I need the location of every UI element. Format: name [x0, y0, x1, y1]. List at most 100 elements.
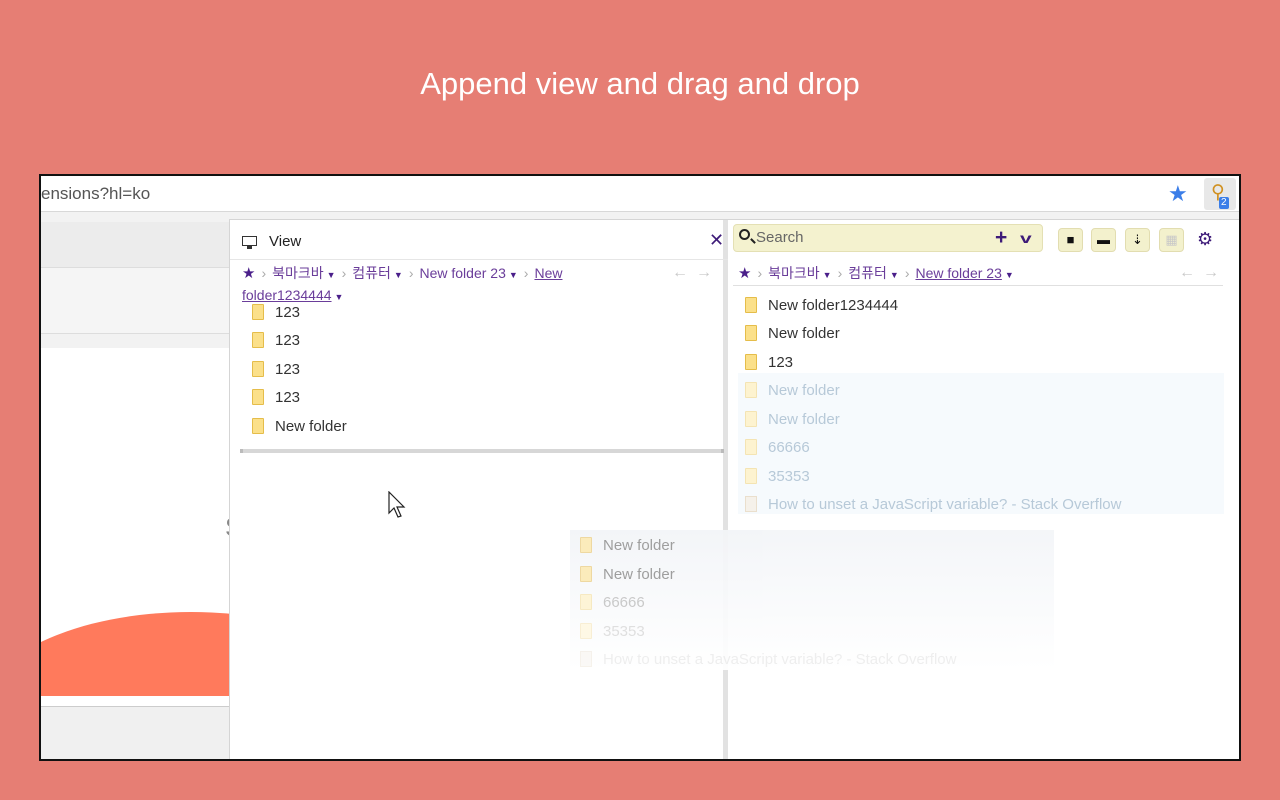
item-label: New folder: [768, 324, 840, 342]
main-pane: + v ■ ▬ ⇣ ▦ ⚙ ★›북마크바▼›컴퓨터▼›New folder 23…: [733, 220, 1239, 759]
close-icon[interactable]: ✕: [709, 230, 724, 251]
list-item-dragging[interactable]: New folder: [745, 406, 840, 432]
ghost-item: New folder: [580, 532, 675, 558]
list-item[interactable]: 123: [252, 299, 300, 325]
background-page-band: [41, 222, 241, 268]
chevron-right-icon: ›: [904, 265, 910, 281]
item-label: 35353: [603, 622, 645, 640]
item-label: 66666: [603, 593, 645, 611]
item-label: New folder: [603, 565, 675, 583]
ghost-item: 35353: [580, 618, 645, 644]
item-label: New folder1234444: [768, 296, 899, 314]
list-item[interactable]: New folder1234444: [745, 292, 898, 318]
extension-popup: View ✕ ★ › 북마크바 ▼ › 컴퓨터 ▼ › New folder 23 ▼ › New f…: [229, 219, 1239, 759]
forward-arrow-icon[interactable]: →: [1203, 264, 1227, 281]
url-text[interactable]: ensions?hl=ko: [41, 184, 150, 204]
folder-icon: [252, 304, 264, 320]
back-arrow-icon[interactable]: ←: [672, 264, 696, 281]
breadcrumb-item[interactable]: New folder 23: [419, 265, 505, 281]
breadcrumb-item[interactable]: New folder 23: [915, 265, 1001, 281]
item-label: 123: [768, 353, 794, 371]
add-icon[interactable]: +: [995, 225, 1007, 251]
chevron-down-icon[interactable]: v: [1020, 225, 1032, 252]
ghost-item: How to unset a JavaScript variable? - St…: [580, 646, 956, 672]
bookmark-root-star-icon[interactable]: ★: [242, 265, 255, 282]
sort-button[interactable]: ⇣: [1125, 228, 1150, 252]
item-label: New folder: [275, 417, 347, 435]
caret-down-icon[interactable]: ▼: [890, 270, 899, 280]
file-icon: ■: [1066, 232, 1075, 247]
background-page-band: [41, 268, 241, 334]
search-input[interactable]: [756, 229, 986, 246]
ghost-item: New folder: [580, 561, 675, 587]
bookmark-page-icon: [580, 651, 592, 667]
bookmark-star-icon[interactable]: ★: [1168, 181, 1188, 207]
sort-icon: ⇣: [1132, 232, 1143, 247]
folder-icon: [252, 418, 264, 434]
search-bar: + v: [733, 224, 1043, 252]
gear-icon[interactable]: ⚙: [1197, 229, 1213, 250]
list-item[interactable]: New folder: [252, 413, 347, 439]
item-label: 123: [275, 303, 301, 321]
chevron-right-icon: ›: [757, 265, 763, 281]
view-header: View ✕: [230, 220, 728, 260]
list-item-dragging[interactable]: New folder: [745, 377, 840, 403]
breadcrumb-item[interactable]: 컴퓨터: [352, 265, 391, 281]
folder-icon: [580, 594, 592, 610]
caret-down-icon[interactable]: ▼: [327, 270, 336, 280]
ghost-item: 66666: [580, 589, 645, 615]
list-item[interactable]: 123: [252, 327, 300, 353]
breadcrumb-item[interactable]: 컴퓨터: [848, 265, 887, 281]
mouse-cursor-icon: [388, 491, 406, 518]
extension-button[interactable]: ⚲ 2: [1204, 178, 1236, 210]
list-item-dragging[interactable]: 35353: [745, 463, 810, 489]
caret-down-icon[interactable]: ▼: [1005, 270, 1014, 280]
item-label: How to unset a JavaScript variable? - St…: [768, 495, 1122, 513]
chevron-right-icon: ›: [408, 265, 414, 281]
folder-icon: [252, 389, 264, 405]
forward-arrow-icon[interactable]: →: [696, 264, 720, 281]
list-item[interactable]: New folder: [745, 320, 840, 346]
back-arrow-icon[interactable]: ←: [1179, 264, 1203, 281]
browser-window: ensions?hl=ko ★ ⚲ 2 S View ✕ ★›북마크바▼›컴퓨터…: [39, 174, 1241, 761]
folder-icon: [745, 468, 757, 484]
folder-icon: [252, 332, 264, 348]
caret-down-icon[interactable]: ▼: [509, 270, 518, 280]
list-item[interactable]: 123: [252, 356, 300, 382]
divider: [733, 285, 1223, 286]
list-item[interactable]: 123: [252, 384, 300, 410]
item-label: New folder: [768, 410, 840, 428]
history-nav: ←→: [1179, 264, 1227, 282]
chevron-right-icon: ›: [261, 265, 267, 281]
calendar-button[interactable]: ▦: [1159, 228, 1184, 252]
address-bar[interactable]: ensions?hl=ko ★ ⚲ 2: [41, 176, 1239, 212]
folder-icon: [745, 297, 757, 313]
list-item-dragging[interactable]: How to unset a JavaScript variable? - St…: [745, 491, 1121, 517]
page-headline: Append view and drag and drop: [420, 66, 860, 101]
item-label: New folder: [768, 381, 840, 399]
calendar-icon: ▦: [1165, 232, 1178, 247]
item-label: 35353: [768, 467, 810, 485]
caret-down-icon[interactable]: ▼: [394, 270, 403, 280]
bookmark-root-star-icon[interactable]: ★: [738, 265, 751, 282]
item-label: 123: [275, 331, 301, 349]
folder-icon: [745, 439, 757, 455]
new-bookmark-button[interactable]: ■: [1058, 228, 1083, 252]
list-item[interactable]: 123: [745, 349, 793, 375]
breadcrumb-item[interactable]: 북마크바: [768, 265, 820, 281]
list-item-dragging[interactable]: 66666: [745, 434, 810, 460]
folder-icon: [252, 361, 264, 377]
folder-solid-icon: ▬: [1097, 232, 1110, 247]
caret-down-icon[interactable]: ▼: [823, 270, 832, 280]
folder-icon: [580, 623, 592, 639]
folder-icon: [745, 325, 757, 341]
folder-icon: [745, 382, 757, 398]
breadcrumb-item[interactable]: 북마크바: [272, 265, 324, 281]
view-title: View: [269, 233, 302, 250]
new-folder-button[interactable]: ▬: [1091, 228, 1116, 252]
folder-icon: [745, 411, 757, 427]
drop-indicator: [240, 449, 724, 453]
item-label: 123: [275, 360, 301, 378]
caret-down-icon[interactable]: ▼: [335, 292, 344, 302]
folder-icon: [580, 537, 592, 553]
